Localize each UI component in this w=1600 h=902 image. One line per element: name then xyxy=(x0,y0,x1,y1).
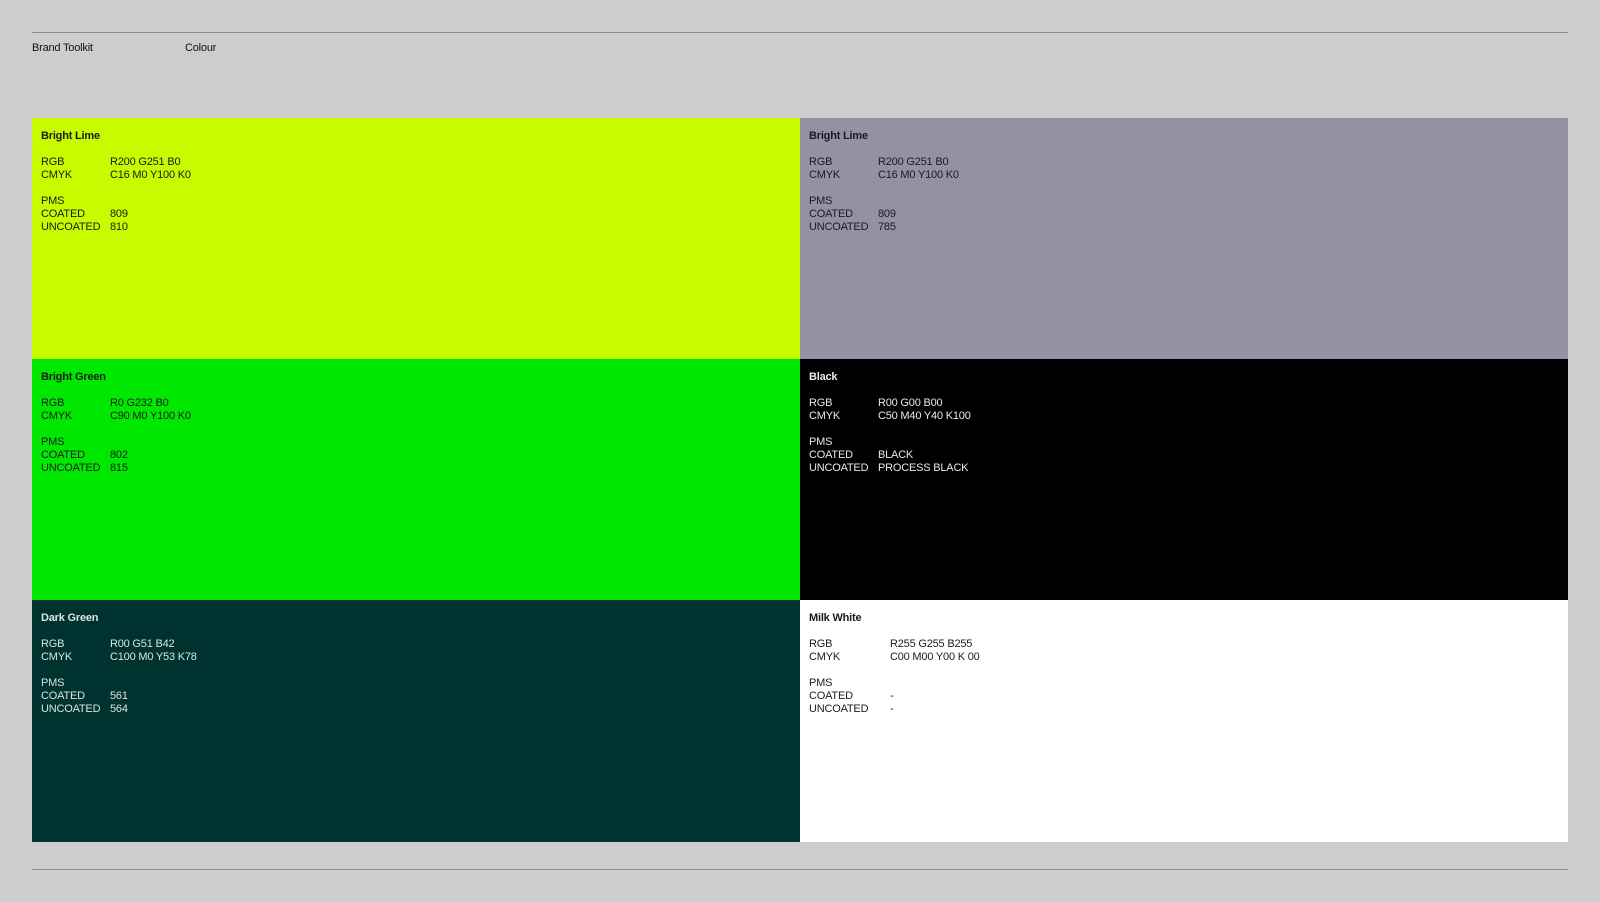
uncoated-value: - xyxy=(890,703,894,715)
rgb-value: R00 G51 B42 xyxy=(110,638,175,650)
brand-toolkit-page: Brand Toolkit Colour Bright Lime RGB R200… xyxy=(0,0,1600,902)
uncoated-value: 810 xyxy=(110,221,128,233)
bottom-divider xyxy=(32,869,1568,870)
cmyk-value: C100 M0 Y53 K78 xyxy=(110,651,197,663)
coated-label: COATED xyxy=(41,208,85,220)
pms-label: PMS xyxy=(809,677,833,689)
uncoated-label: UNCOATED xyxy=(809,462,869,474)
coated-label: COATED xyxy=(41,449,85,461)
cmyk-label: CMYK xyxy=(809,410,840,422)
uncoated-label: UNCOATED xyxy=(809,703,869,715)
coated-label: COATED xyxy=(41,690,85,702)
rgb-label: RGB xyxy=(41,397,65,409)
coated-value: 809 xyxy=(110,208,128,220)
cmyk-value: C50 M40 Y40 K100 xyxy=(878,410,971,422)
top-divider xyxy=(32,32,1568,33)
cmyk-label: CMYK xyxy=(41,169,72,181)
coated-value: 802 xyxy=(110,449,128,461)
colour-swatch-grid: Bright Lime RGB R200 G251 B0 CMYK C16 M0 Y… xyxy=(32,118,1568,842)
cmyk-value: C16 M0 Y100 K0 xyxy=(110,169,191,181)
uncoated-value: 785 xyxy=(878,221,896,233)
uncoated-label: UNCOATED xyxy=(41,221,101,233)
cmyk-label: CMYK xyxy=(41,410,72,422)
coated-value: 809 xyxy=(878,208,896,220)
swatch-name: Milk White xyxy=(809,612,862,624)
coated-label: COATED xyxy=(809,449,853,461)
rgb-value: R200 G251 B0 xyxy=(878,156,949,168)
cmyk-label: CMYK xyxy=(41,651,72,663)
pms-label: PMS xyxy=(41,195,65,207)
pms-label: PMS xyxy=(41,436,65,448)
swatch-milk-white: Milk White RGB R255 G255 B255 CMYK C00 M00… xyxy=(800,600,1568,842)
cmyk-value: C00 M00 Y00 K 00 xyxy=(890,651,980,663)
coated-label: COATED xyxy=(809,690,853,702)
rgb-label: RGB xyxy=(809,397,833,409)
rgb-label: RGB xyxy=(809,156,833,168)
swatch-name: Black xyxy=(809,371,838,383)
uncoated-label: UNCOATED xyxy=(809,221,869,233)
uncoated-value: 815 xyxy=(110,462,128,474)
pms-label: PMS xyxy=(809,436,833,448)
cmyk-value: C16 M0 Y100 K0 xyxy=(878,169,959,181)
coated-value: - xyxy=(890,690,894,702)
rgb-value: R200 G251 B0 xyxy=(110,156,181,168)
swatch-name: Bright Lime xyxy=(809,130,868,142)
swatch-bright-lime: Bright Lime RGB R200 G251 B0 CMYK C16 M0 Y… xyxy=(32,118,800,359)
pms-label: PMS xyxy=(41,677,65,689)
swatch-dark-green: Dark Green RGB R00 G51 B42 CMYK C100 M0 Y5… xyxy=(32,600,800,842)
swatch-black: Black RGB R00 G00 B00 CMYK C50 M40 Y40 K10… xyxy=(800,359,1568,600)
rgb-value: R00 G00 B00 xyxy=(878,397,943,409)
rgb-label: RGB xyxy=(809,638,833,650)
coated-label: COATED xyxy=(809,208,853,220)
swatch-name: Dark Green xyxy=(41,612,99,624)
cmyk-label: CMYK xyxy=(809,651,840,663)
doc-title: Brand Toolkit xyxy=(32,42,93,54)
section-title: Colour xyxy=(185,42,217,54)
cmyk-label: CMYK xyxy=(809,169,840,181)
uncoated-label: UNCOATED xyxy=(41,703,101,715)
swatch-bright-green: Bright Green RGB R0 G232 B0 CMYK C90 M0 Y1… xyxy=(32,359,800,600)
cmyk-value: C90 M0 Y100 K0 xyxy=(110,410,191,422)
pms-label: PMS xyxy=(809,195,833,207)
uncoated-label: UNCOATED xyxy=(41,462,101,474)
swatch-name: Bright Green xyxy=(41,371,106,383)
rgb-label: RGB xyxy=(41,638,65,650)
uncoated-value: 564 xyxy=(110,703,128,715)
rgb-value: R255 G255 B255 xyxy=(890,638,973,650)
uncoated-value: PROCESS BLACK xyxy=(878,462,969,474)
rgb-label: RGB xyxy=(41,156,65,168)
coated-value: 561 xyxy=(110,690,128,702)
swatch-name: Bright Lime xyxy=(41,130,100,142)
rgb-value: R0 G232 B0 xyxy=(110,397,169,409)
swatch-bright-lime-alt: Bright Lime RGB R200 G251 B0 CMYK C16 M0 Y… xyxy=(800,118,1568,359)
coated-value: BLACK xyxy=(878,449,914,461)
